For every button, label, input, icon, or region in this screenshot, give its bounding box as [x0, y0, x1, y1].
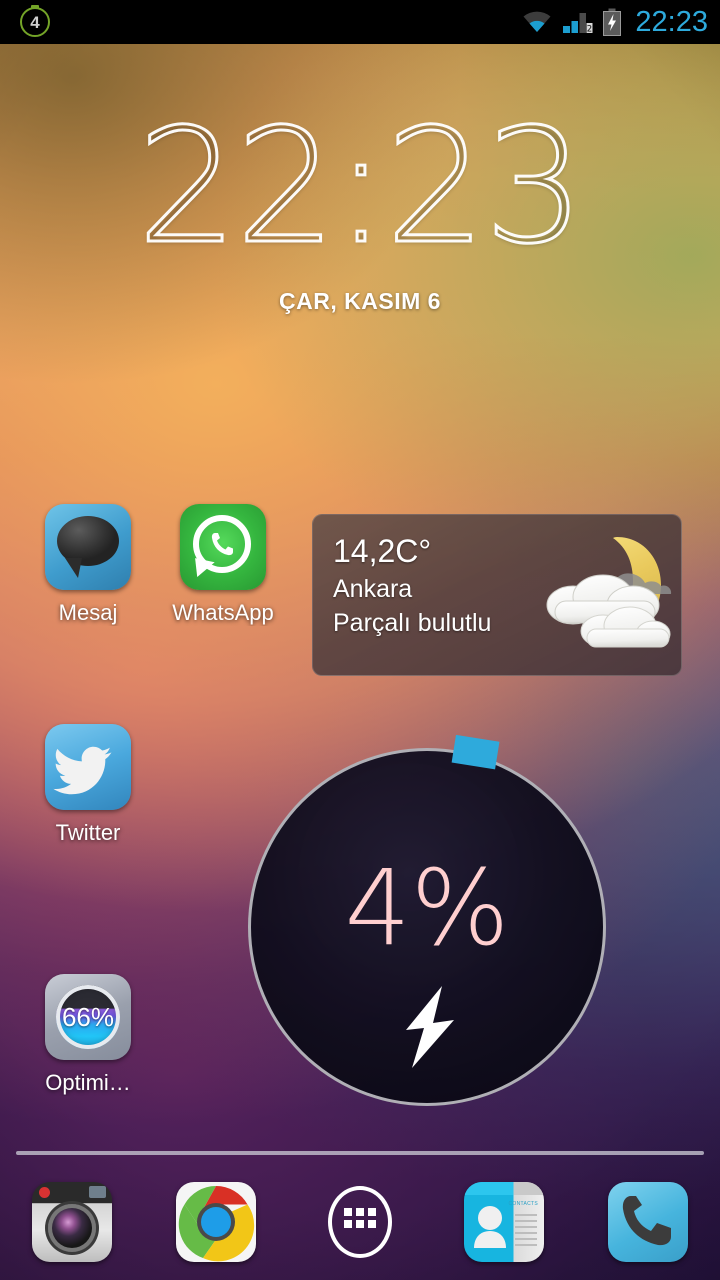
clock-widget[interactable]: 22:23 ÇAR, KASIM 6	[0, 95, 720, 315]
alarm-notification-icon[interactable]: 4	[20, 5, 50, 37]
app-label-whatsapp: WhatsApp	[172, 600, 274, 625]
signal-icon: 2	[561, 10, 593, 34]
dock-item-phone[interactable]	[576, 1182, 720, 1262]
dock: CONTACTS	[0, 1172, 720, 1272]
dock-item-contacts[interactable]: CONTACTS	[432, 1182, 576, 1262]
app-drawer-icon	[320, 1182, 400, 1262]
app-label-mesaj: Mesaj	[58, 600, 118, 625]
optimizer-badge: 66%	[61, 1001, 115, 1032]
chrome-icon	[176, 1182, 256, 1262]
status-bar-right-group: 2 22:23	[522, 0, 708, 44]
contacts-icon: CONTACTS	[464, 1182, 544, 1262]
weather-condition: Parçalı bulutlu	[333, 609, 492, 638]
app-icon-whatsapp[interactable]: WhatsApp	[149, 504, 297, 626]
weather-temperature: 14,2C°	[333, 533, 432, 569]
battery-charging-icon	[602, 8, 622, 36]
battery-circle-widget[interactable]: 4%	[248, 734, 606, 1106]
phone-icon	[608, 1182, 688, 1262]
app-label-twitter: Twitter	[55, 820, 121, 845]
weather-city: Ankara	[333, 574, 413, 603]
dock-item-app-drawer[interactable]	[288, 1182, 432, 1262]
camera-icon	[32, 1182, 112, 1262]
app-label-optimizer: Optimi…	[45, 1070, 131, 1095]
app-icon-twitter[interactable]: Twitter	[14, 724, 162, 846]
app-icon-optimizer[interactable]: 66% Optimi…	[14, 974, 162, 1096]
clock-date: ÇAR, KASIM 6	[279, 288, 441, 314]
alarm-count: 4	[30, 12, 40, 32]
status-bar[interactable]: 4 2 22:23	[0, 0, 720, 44]
android-home-screen: 4 2 22:23 22:23 ÇAR, KASIM 6 Mesaj Whats…	[0, 0, 720, 1280]
moon-behind-cloud-icon	[546, 537, 672, 648]
twitter-icon	[45, 724, 131, 810]
whatsapp-icon	[180, 504, 266, 590]
dock-item-chrome[interactable]	[144, 1182, 288, 1262]
messaging-icon	[45, 504, 131, 590]
optimizer-icon: 66%	[45, 974, 131, 1060]
dock-divider	[16, 1151, 704, 1155]
battery-percent: 4%	[344, 847, 510, 969]
dock-item-camera[interactable]	[0, 1182, 144, 1262]
svg-text:2: 2	[587, 25, 592, 35]
app-icon-mesaj[interactable]: Mesaj	[14, 504, 162, 626]
status-bar-clock: 22:23	[635, 5, 708, 38]
weather-text-block: 14,2C° Ankara Parçalı bulutlu	[333, 533, 491, 640]
lightning-bolt-icon	[406, 986, 454, 1068]
weather-widget[interactable]: 14,2C° Ankara Parçalı bulutlu	[312, 514, 682, 676]
wifi-icon	[522, 11, 552, 33]
clock-time: 22:23	[136, 95, 586, 279]
